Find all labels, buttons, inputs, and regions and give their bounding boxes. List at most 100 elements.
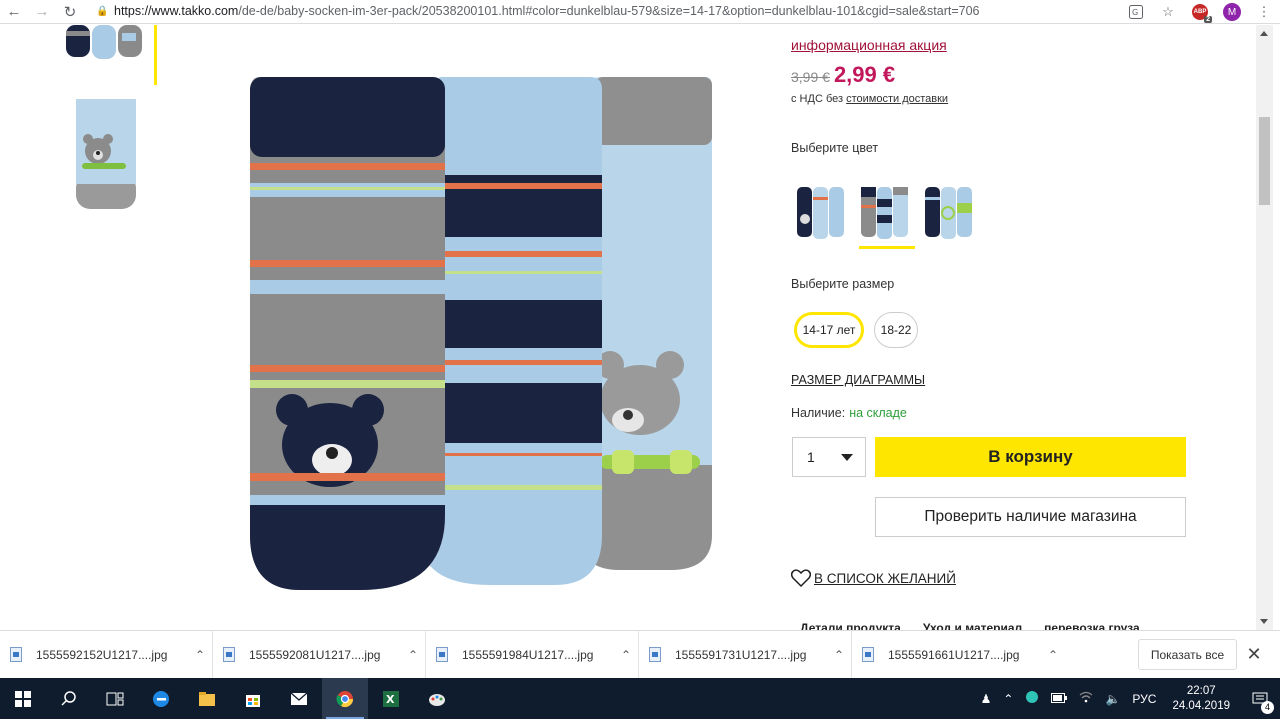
- tray-app-icon[interactable]: [1019, 690, 1045, 707]
- wishlist-link[interactable]: В СПИСОК ЖЕЛАНИЙ: [791, 569, 956, 587]
- search-icon[interactable]: [46, 678, 92, 719]
- size-chart-link[interactable]: РАЗМЕР ДИАГРАММЫ: [791, 373, 925, 387]
- product-page: информационная акция 3,99 € 2,99 € с НДС…: [0, 25, 1256, 630]
- translate-icon[interactable]: G: [1120, 0, 1152, 24]
- availability-label: Наличие:: [791, 406, 846, 420]
- product-tabs: Детали продукта Уход и материал перевозк…: [800, 621, 1140, 630]
- address-bar[interactable]: 🔒 https://www.takko.com/de-de/baby-socke…: [96, 0, 1156, 22]
- image-file-icon: [10, 647, 22, 662]
- file-explorer-icon[interactable]: [184, 678, 230, 719]
- wishlist-label: В СПИСОК ЖЕЛАНИЙ: [814, 570, 956, 586]
- task-view-icon[interactable]: [92, 678, 138, 719]
- page-scrollbar[interactable]: [1256, 25, 1273, 630]
- thumbnail-active-indicator: [154, 25, 157, 85]
- vat-prefix: с НДС без: [791, 93, 844, 105]
- product-main-image[interactable]: [240, 65, 730, 605]
- scroll-up-arrow-icon[interactable]: [1260, 31, 1268, 36]
- excel-icon[interactable]: X: [368, 678, 414, 719]
- size-label: Выберите размер: [791, 277, 895, 291]
- extension-badge-count: 2: [1204, 16, 1212, 23]
- heart-icon: [791, 569, 811, 587]
- clock-date: 24.04.2019: [1172, 699, 1230, 712]
- clock[interactable]: 22:07 24.04.2019: [1162, 684, 1240, 714]
- wifi-icon[interactable]: [1073, 691, 1099, 706]
- store-icon[interactable]: [230, 678, 276, 719]
- product-thumbnail-2[interactable]: [76, 99, 136, 209]
- quantity-select[interactable]: 1: [792, 437, 866, 477]
- back-icon[interactable]: ←: [0, 0, 28, 24]
- scrollbar-thumb[interactable]: [1259, 117, 1270, 205]
- menu-kebab-icon[interactable]: ⋮: [1248, 0, 1280, 24]
- downloads-bar: 1555592152U1217....jpg ⌃ 1555592081U1217…: [0, 630, 1280, 679]
- chevron-up-icon[interactable]: ⌃: [1041, 648, 1065, 662]
- image-file-icon: [436, 647, 448, 662]
- close-icon[interactable]: ✕: [1244, 643, 1264, 665]
- image-file-icon: [223, 647, 235, 662]
- battery-icon[interactable]: [1045, 692, 1073, 706]
- scroll-down-arrow-icon[interactable]: [1260, 619, 1268, 624]
- size-option-14-17[interactable]: 14-17 лет: [794, 312, 864, 348]
- download-item[interactable]: 1555591731U1217....jpg ⌃: [639, 630, 852, 679]
- paint-icon[interactable]: [414, 678, 460, 719]
- extension-adblock-icon[interactable]: ABP 2: [1184, 0, 1216, 24]
- image-file-icon: [649, 647, 661, 662]
- reload-icon[interactable]: ↻: [56, 0, 84, 24]
- bookmark-star-icon[interactable]: ☆: [1152, 0, 1184, 24]
- action-center-icon[interactable]: 4: [1240, 692, 1280, 714]
- chevron-up-icon[interactable]: ⌃: [188, 648, 212, 662]
- product-thumbnail-1[interactable]: [62, 25, 148, 61]
- tab-shipping[interactable]: перевозка груза: [1044, 621, 1139, 630]
- extension-label: ABP: [1193, 9, 1207, 15]
- download-filename: 1555591661U1217....jpg: [888, 647, 1020, 662]
- chevron-down-icon: [841, 453, 853, 461]
- color-swatch-3[interactable]: [923, 185, 973, 243]
- svg-text:X: X: [386, 693, 395, 706]
- color-swatches: [795, 185, 973, 249]
- download-item[interactable]: 1555592152U1217....jpg ⌃: [0, 630, 213, 679]
- taskbar: X ♟ ⌃ 🔈 РУС 22:07 24.04.2019 4: [0, 678, 1280, 719]
- windows-start-icon[interactable]: [0, 678, 46, 719]
- window-edge: [1273, 25, 1280, 630]
- download-item[interactable]: 1555592081U1217....jpg ⌃: [213, 630, 426, 679]
- color-label: Выберите цвет: [791, 141, 879, 155]
- download-filename: 1555592081U1217....jpg: [249, 647, 381, 662]
- chrome-icon[interactable]: [322, 678, 368, 719]
- promo-link[interactable]: информационная акция: [791, 37, 947, 53]
- color-selected-indicator: [859, 246, 915, 249]
- people-icon[interactable]: ♟: [975, 692, 998, 706]
- chevron-up-icon[interactable]: ⌃: [614, 648, 638, 662]
- color-swatch-2[interactable]: [859, 185, 915, 249]
- show-all-downloads-button[interactable]: Показать все: [1138, 639, 1237, 670]
- download-item[interactable]: 1555591661U1217....jpg ⌃: [852, 631, 1065, 679]
- edge-browser-icon[interactable]: [138, 678, 184, 719]
- download-filename: 1555592152U1217....jpg: [36, 647, 168, 662]
- old-price: 3,99 €: [791, 69, 830, 85]
- size-option-18-22[interactable]: 18-22: [874, 312, 918, 348]
- check-store-availability-button[interactable]: Проверить наличие магазина: [875, 497, 1186, 537]
- volume-icon[interactable]: 🔈: [1099, 692, 1126, 706]
- download-filename: 1555591984U1217....jpg: [462, 647, 594, 662]
- price-row: 3,99 € 2,99 €: [791, 62, 895, 88]
- availability: Наличие: на складе: [791, 406, 907, 420]
- chevron-up-icon[interactable]: ⌃: [997, 692, 1019, 706]
- clock-time: 22:07: [1186, 684, 1216, 697]
- download-item[interactable]: 1555591984U1217....jpg ⌃: [426, 630, 639, 679]
- chevron-up-icon[interactable]: ⌃: [827, 648, 851, 662]
- browser-toolbar: ← → ↻ 🔒 https://www.takko.com/de-de/baby…: [0, 0, 1280, 24]
- color-swatch-1[interactable]: [795, 185, 845, 243]
- add-to-cart-button[interactable]: В корзину: [875, 437, 1186, 477]
- mail-icon[interactable]: [276, 678, 322, 719]
- profile-initial: M: [1223, 3, 1241, 21]
- shipping-cost-link[interactable]: стоимости доставки: [846, 93, 948, 105]
- forward-icon[interactable]: →: [28, 0, 56, 24]
- url-host: https://www.takko.com: [114, 4, 239, 18]
- tab-product-details[interactable]: Детали продукта: [800, 621, 901, 630]
- sale-price: 2,99 €: [833, 62, 896, 87]
- vat-note: с НДС без стоимости доставки: [791, 93, 948, 105]
- profile-avatar[interactable]: M: [1216, 0, 1248, 24]
- tab-care-material[interactable]: Уход и материал: [923, 621, 1022, 630]
- input-language[interactable]: РУС: [1126, 692, 1162, 706]
- chevron-up-icon[interactable]: ⌃: [401, 648, 425, 662]
- url-path: /de-de/baby-socken-im-3er-pack/205382001…: [238, 4, 980, 18]
- availability-status: на складе: [849, 406, 907, 420]
